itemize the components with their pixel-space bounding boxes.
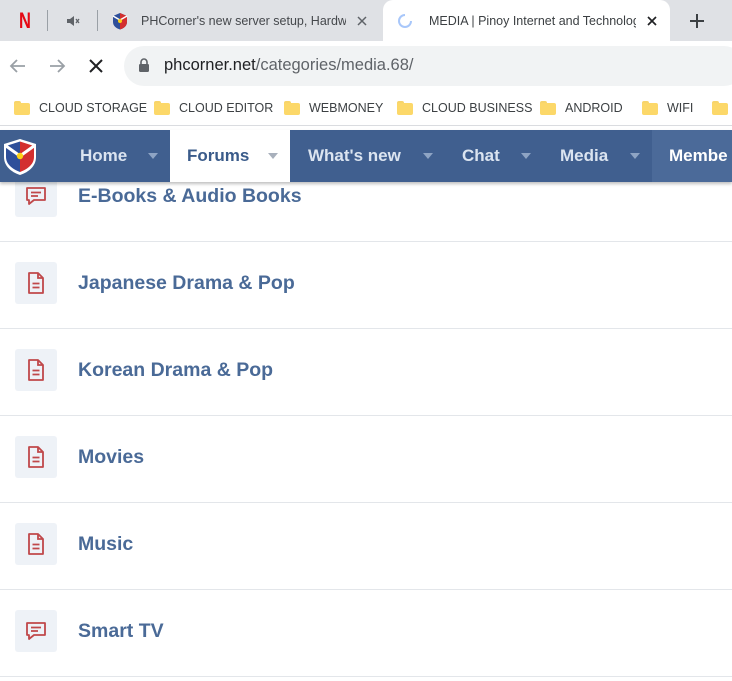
bookmark-label: WEBMONEY (309, 101, 384, 115)
bookmark-label: CLOUD STORAGE (39, 101, 148, 115)
folder-icon (14, 101, 30, 115)
lock-icon (139, 58, 149, 72)
document-icon (28, 359, 44, 381)
browser-tab-phcorner-server[interactable]: PHCorner's new server setup, Hardware (108, 0, 380, 41)
stop-loading-button[interactable] (83, 53, 109, 79)
forum-title[interactable]: Japanese Drama & Pop (78, 272, 295, 295)
nav-item-members[interactable]: Membe (652, 130, 732, 182)
bookmark-label: CLOUD BUSINESS (422, 101, 533, 115)
forum-icon-tile (15, 262, 57, 304)
chevron-down-icon[interactable] (268, 153, 278, 159)
bookmark-folder[interactable]: WIFI (642, 98, 693, 118)
tab-title: MEDIA | Pinoy Internet and Technology (429, 13, 636, 28)
forum-row-korean-drama[interactable]: Korean Drama & Pop (0, 329, 732, 416)
folder-icon (642, 101, 658, 115)
folder-icon (712, 101, 728, 115)
bookmark-folder[interactable]: CLOUD BUSINESS (397, 98, 532, 118)
address-bar[interactable]: phcorner.net/categories/media.68/ (124, 46, 732, 86)
bookmark-folder[interactable]: CLOUD STORAGE (14, 98, 147, 118)
folder-icon (284, 101, 300, 115)
tab-separator (97, 10, 98, 31)
bookmark-folder[interactable]: ANDROID (540, 98, 623, 118)
nav-item-label: What's new (308, 146, 401, 165)
document-icon (28, 446, 44, 468)
chevron-down-icon[interactable] (148, 153, 158, 159)
nav-item-forums[interactable]: Forums (170, 130, 290, 182)
forum-list: E-Books & Audio Books Japanese Drama & P… (0, 155, 732, 677)
nav-item-label: Forums (187, 146, 250, 165)
tab-close-button[interactable] (354, 13, 370, 29)
nav-item-label: Home (80, 146, 128, 165)
bookmark-label: ANDROID (565, 101, 623, 115)
forum-icon-tile (15, 610, 57, 652)
close-icon (647, 15, 657, 26)
nav-item-media[interactable]: Media (542, 130, 652, 182)
phcorner-logo-icon[interactable] (0, 138, 40, 176)
pinned-tab-netflix[interactable]: N (10, 0, 40, 41)
forum-title[interactable]: Korean Drama & Pop (78, 359, 273, 382)
chat-bubble-icon (26, 187, 46, 205)
nav-item-label: Membe (669, 146, 728, 165)
folder-icon (397, 101, 413, 115)
arrow-left-icon (9, 59, 25, 73)
plus-icon (690, 14, 704, 28)
nav-item-whats-new[interactable]: What's new (290, 130, 446, 182)
url-host: phcorner.net (164, 56, 256, 74)
bookmark-label: WIFI (667, 101, 694, 115)
pinned-tab-audio[interactable] (58, 0, 88, 41)
forum-row-movies[interactable]: Movies (0, 416, 732, 503)
folder-icon (540, 101, 556, 115)
bookmark-label: CLOUD EDITOR (179, 101, 274, 115)
close-icon (357, 15, 367, 26)
tab-close-button[interactable] (644, 13, 660, 29)
browser-toolbar: phcorner.net/categories/media.68/ (0, 41, 732, 91)
bookmarks-bar: CLOUD STORAGE CLOUD EDITOR WEBMONEY CLOU… (0, 91, 732, 126)
phcorner-favicon-icon (112, 12, 128, 29)
folder-icon (154, 101, 170, 115)
bookmark-folder[interactable]: WEBMONEY (284, 98, 383, 118)
new-tab-button[interactable] (684, 8, 710, 34)
forum-title[interactable]: Music (78, 533, 133, 556)
forum-icon-tile (15, 436, 57, 478)
netflix-logo-icon: N (19, 7, 31, 33)
tab-title: PHCorner's new server setup, Hardware (141, 13, 346, 28)
site-navigation-bar: Home Forums What's new Chat Media Membe (0, 130, 732, 182)
document-icon (28, 272, 44, 294)
tab-separator (47, 10, 48, 31)
speaker-muted-icon (67, 15, 80, 26)
nav-item-label: Chat (462, 146, 500, 165)
nav-item-label: Media (560, 146, 609, 165)
forum-row-music[interactable]: Music (0, 503, 732, 590)
forward-button[interactable] (44, 53, 70, 79)
url-text: phcorner.net/categories/media.68/ (164, 56, 414, 75)
forum-icon-tile (15, 523, 57, 565)
url-path: /categories/media.68/ (255, 56, 414, 74)
chevron-down-icon[interactable] (521, 153, 531, 159)
nav-item-home[interactable]: Home (64, 130, 170, 182)
nav-item-chat[interactable]: Chat (446, 130, 542, 182)
browser-tab-strip: N PHCorner's new server setup, Hardware … (0, 0, 732, 41)
chevron-down-icon[interactable] (423, 153, 433, 159)
back-button[interactable] (5, 53, 31, 79)
close-icon (89, 59, 103, 73)
forum-row-smart-tv[interactable]: Smart TV (0, 590, 732, 677)
forum-title[interactable]: Movies (78, 446, 144, 469)
bookmark-folder[interactable]: CLOUD EDITOR (154, 98, 273, 118)
forum-row-japanese-drama[interactable]: Japanese Drama & Pop (0, 242, 732, 329)
bookmark-folder[interactable] (712, 98, 732, 118)
forum-title[interactable]: Smart TV (78, 620, 164, 643)
document-icon (28, 533, 44, 555)
forum-icon-tile (15, 349, 57, 391)
forum-title[interactable]: E-Books & Audio Books (78, 185, 302, 208)
chevron-down-icon[interactable] (630, 153, 640, 159)
chat-bubble-icon (26, 622, 46, 640)
loading-spinner-icon (398, 13, 412, 28)
arrow-right-icon (50, 59, 66, 73)
browser-tab-media[interactable]: MEDIA | Pinoy Internet and Technology (383, 0, 670, 41)
